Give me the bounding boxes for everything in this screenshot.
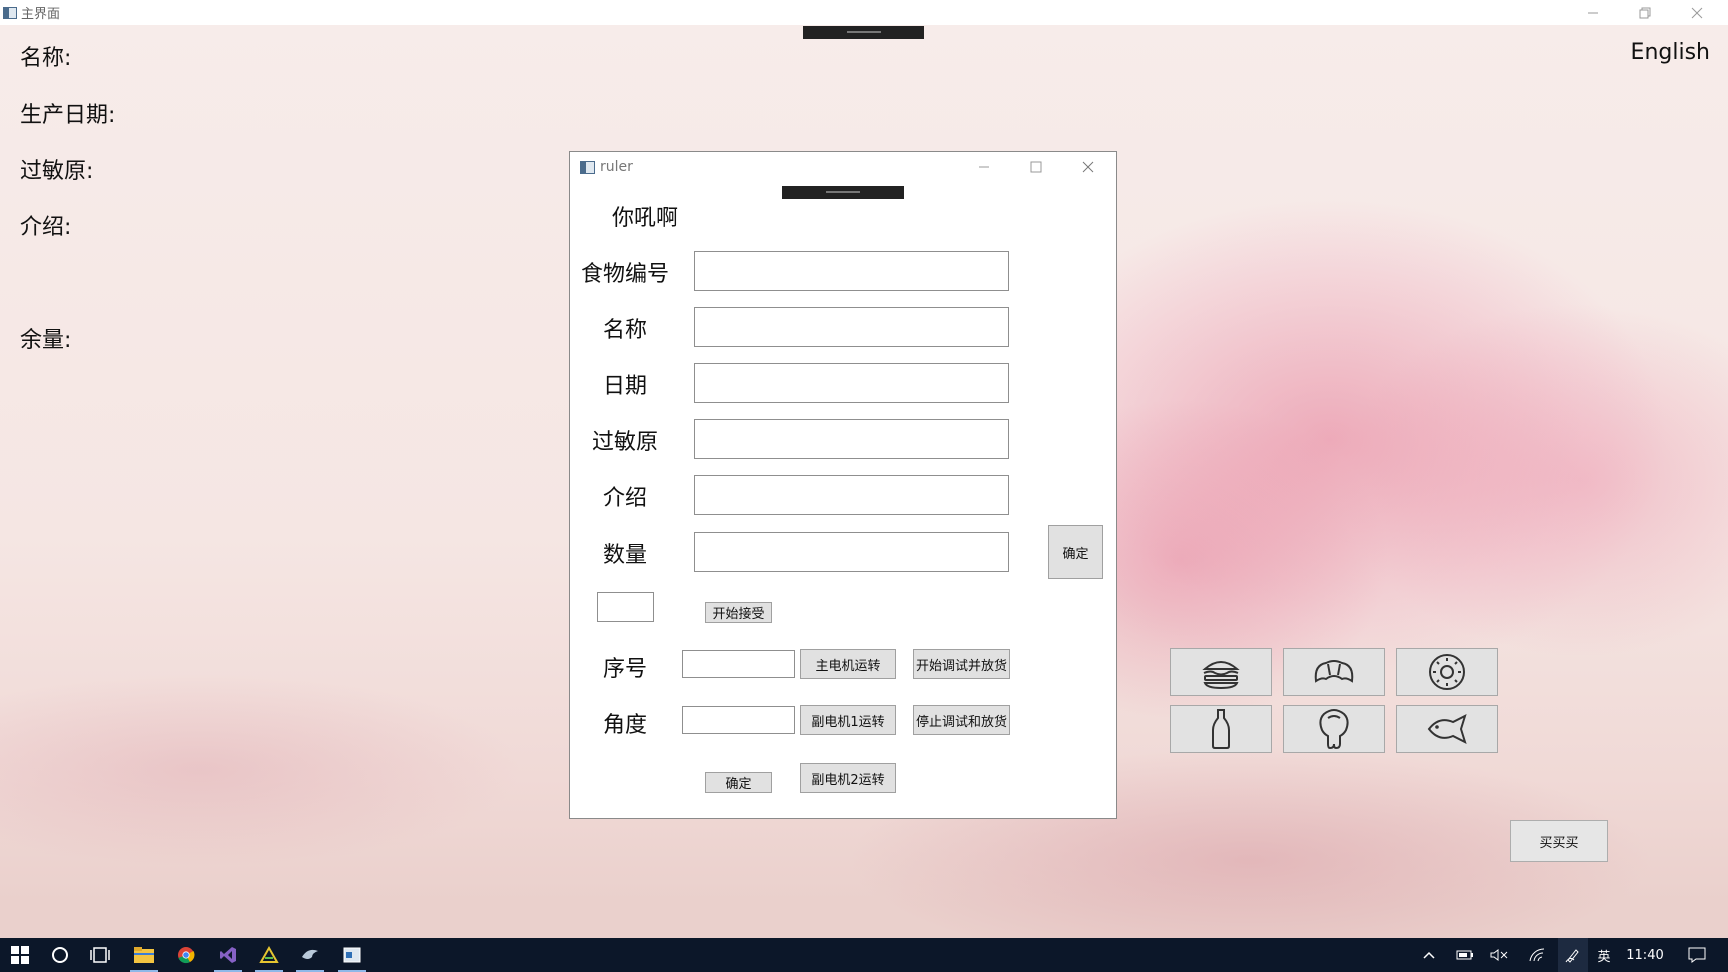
donut-icon — [1429, 654, 1465, 690]
battery-icon — [1456, 950, 1473, 960]
maximize-icon — [1030, 161, 1042, 173]
greeting-label: 你吼啊 — [611, 206, 678, 231]
name-label: 名称: — [20, 46, 72, 71]
production-date-label: 生产日期: — [20, 103, 116, 128]
tray-expand-button[interactable] — [1416, 938, 1442, 972]
date-input[interactable] — [694, 363, 1009, 403]
ruler-drag-handle[interactable] — [782, 186, 904, 199]
start-button[interactable] — [0, 938, 40, 972]
minimize-icon — [979, 166, 989, 168]
receive-input[interactable] — [597, 592, 654, 622]
pen-button[interactable] — [1558, 938, 1588, 972]
food-id-label: 食物编号 — [580, 262, 669, 287]
clock[interactable]: 11:40 — [1620, 938, 1670, 972]
ruler-close-button[interactable] — [1065, 152, 1111, 182]
app-icon — [3, 6, 17, 19]
taskbar-app-yellow[interactable] — [249, 938, 289, 972]
food-button-donut[interactable] — [1396, 648, 1498, 696]
allergen-input[interactable] — [694, 419, 1009, 459]
ruler-minimize-button[interactable] — [961, 152, 1007, 182]
serial-label: 序号 — [602, 657, 647, 682]
pen-icon — [1565, 949, 1579, 963]
wifi-icon — [1529, 948, 1545, 962]
chrome-icon — [178, 947, 195, 964]
stop-debug-button[interactable]: 停止调试和放货 — [913, 705, 1010, 735]
main-window-title: 主界面 — [21, 7, 61, 22]
name-field-label: 名称 — [602, 318, 647, 343]
intro-field-label: 介绍 — [602, 486, 647, 511]
bottle-icon — [1212, 709, 1230, 749]
close-icon — [1082, 161, 1094, 173]
bird-app-icon — [302, 949, 318, 959]
window-app-icon — [343, 947, 361, 963]
restore-button[interactable] — [1622, 0, 1668, 25]
action-center-button[interactable] — [1680, 938, 1714, 972]
arrow-app-icon — [259, 946, 279, 963]
network-button[interactable] — [1524, 938, 1550, 972]
allergen-field-label: 过敏原 — [591, 430, 658, 455]
confirm-top-button[interactable]: 确定 — [1048, 525, 1103, 579]
name-input[interactable] — [694, 307, 1009, 347]
food-button-fish[interactable] — [1396, 705, 1498, 753]
buy-button[interactable]: 买买买 — [1510, 820, 1608, 862]
main-drag-handle[interactable] — [803, 26, 924, 39]
task-view-icon — [90, 947, 110, 963]
ruler-app-icon — [580, 160, 595, 174]
remaining-label: 余量: — [20, 328, 72, 353]
intro-input[interactable] — [694, 475, 1009, 515]
close-button[interactable] — [1674, 0, 1720, 25]
quantity-input[interactable] — [694, 532, 1009, 572]
taskbar-app-bird[interactable] — [290, 938, 330, 972]
folder-icon — [134, 947, 154, 963]
ruler-maximize-button[interactable] — [1013, 152, 1059, 182]
visual-studio-icon — [220, 947, 236, 963]
notification-icon — [1688, 947, 1706, 963]
cortana-button[interactable] — [40, 938, 80, 972]
taskbar-file-explorer[interactable] — [124, 938, 164, 972]
confirm-bottom-button[interactable]: 确定 — [705, 772, 772, 793]
food-button-croissant[interactable] — [1283, 648, 1385, 696]
angle-label: 角度 — [602, 713, 647, 738]
language-toggle[interactable]: English — [1631, 40, 1710, 65]
minimize-icon — [1588, 12, 1598, 13]
hamburger-icon — [1202, 661, 1240, 689]
food-button-bottle[interactable] — [1170, 705, 1272, 753]
sub-motor2-run-button[interactable]: 副电机2运转 — [800, 763, 896, 793]
task-view-button[interactable] — [80, 938, 120, 972]
food-id-input[interactable] — [694, 251, 1009, 291]
food-button-chicken[interactable] — [1283, 705, 1385, 753]
close-icon — [1691, 7, 1703, 18]
taskbar-visual-studio[interactable] — [208, 938, 248, 972]
battery-button[interactable] — [1452, 938, 1478, 972]
main-motor-run-button[interactable]: 主电机运转 — [800, 649, 896, 679]
chevron-up-icon — [1423, 951, 1435, 959]
taskbar-chrome[interactable] — [166, 938, 206, 972]
angle-input[interactable] — [682, 706, 795, 734]
ruler-dialog: ruler 你吼啊 食物编号 名称 日期 过敏原 介绍 数量 确定 开始接受 序… — [569, 151, 1117, 819]
volume-button[interactable] — [1486, 938, 1512, 972]
date-field-label: 日期 — [602, 374, 647, 399]
ruler-title: ruler — [600, 159, 633, 175]
chicken-leg-icon — [1319, 709, 1349, 750]
food-button-hamburger[interactable] — [1170, 648, 1272, 696]
restore-icon — [1639, 7, 1651, 18]
ime-indicator[interactable]: 英 — [1592, 938, 1616, 972]
taskbar-running-app[interactable] — [332, 938, 372, 972]
volume-muted-icon — [1490, 949, 1508, 961]
ruler-titlebar: ruler — [570, 152, 1116, 182]
start-debug-button[interactable]: 开始调试并放货 — [913, 649, 1010, 679]
cortana-icon — [52, 947, 68, 963]
croissant-icon — [1314, 660, 1354, 683]
main-window-titlebar: 主界面 — [0, 0, 1728, 25]
minimize-button[interactable] — [1570, 0, 1616, 25]
windows-icon — [11, 946, 29, 964]
serial-input[interactable] — [682, 650, 795, 678]
fish-icon — [1427, 714, 1467, 744]
taskbar: 英 11:40 — [0, 938, 1728, 972]
allergen-label: 过敏原: — [20, 159, 94, 184]
sub-motor1-run-button[interactable]: 副电机1运转 — [800, 705, 896, 735]
quantity-field-label: 数量 — [602, 543, 647, 568]
intro-label: 介绍: — [20, 215, 72, 240]
start-receive-button[interactable]: 开始接受 — [705, 602, 772, 623]
